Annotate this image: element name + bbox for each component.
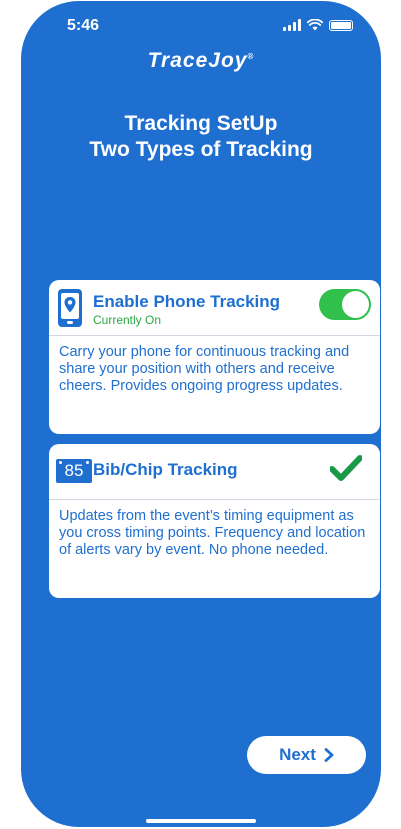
phone-tracking-description: Carry your phone for continuous tracking… [59, 344, 350, 394]
signal-icon [283, 19, 301, 31]
checkmark-icon [330, 455, 362, 481]
app-logo: TraceJoy® [147, 49, 255, 72]
bib-tracking-description: Updates from the event’s timing equipmen… [59, 508, 366, 558]
status-bar: 5:46 [21, 1, 381, 45]
bib-tracking-title: Bib/Chip Tracking [93, 460, 238, 479]
next-button[interactable]: Next [247, 736, 366, 774]
wifi-icon [307, 19, 323, 31]
phone-tracking-toggle[interactable] [319, 289, 371, 320]
home-indicator[interactable] [146, 819, 256, 823]
bib-tracking-card[interactable]: 85 Bib/Chip Tracking Updates from the ev… [49, 444, 380, 598]
toggle-knob [342, 291, 369, 318]
battery-icon [329, 19, 353, 31]
next-button-label: Next [279, 745, 316, 764]
phone-location-icon [58, 289, 82, 327]
bib-tracking-header: 85 Bib/Chip Tracking [49, 444, 380, 500]
page-title-line-2: Two Types of Tracking [89, 138, 313, 161]
page-title: Tracking SetUp Two Types of Tracking [21, 111, 381, 163]
app-screen: 5:46 TraceJoy® Tracking SetUp Two Types … [21, 1, 381, 827]
chevron-right-icon [324, 748, 334, 762]
bib-number-icon: 85 [56, 459, 92, 483]
phone-tracking-header: Enable Phone Tracking Currently On [49, 280, 380, 336]
status-icons [283, 19, 353, 31]
status-time: 5:46 [67, 17, 100, 34]
phone-tracking-title: Enable Phone Tracking [93, 292, 281, 311]
phone-tracking-status: Currently On [93, 313, 162, 327]
phone-tracking-card: Enable Phone Tracking Currently On Carry… [49, 280, 380, 434]
page-title-line-1: Tracking SetUp [124, 112, 278, 135]
